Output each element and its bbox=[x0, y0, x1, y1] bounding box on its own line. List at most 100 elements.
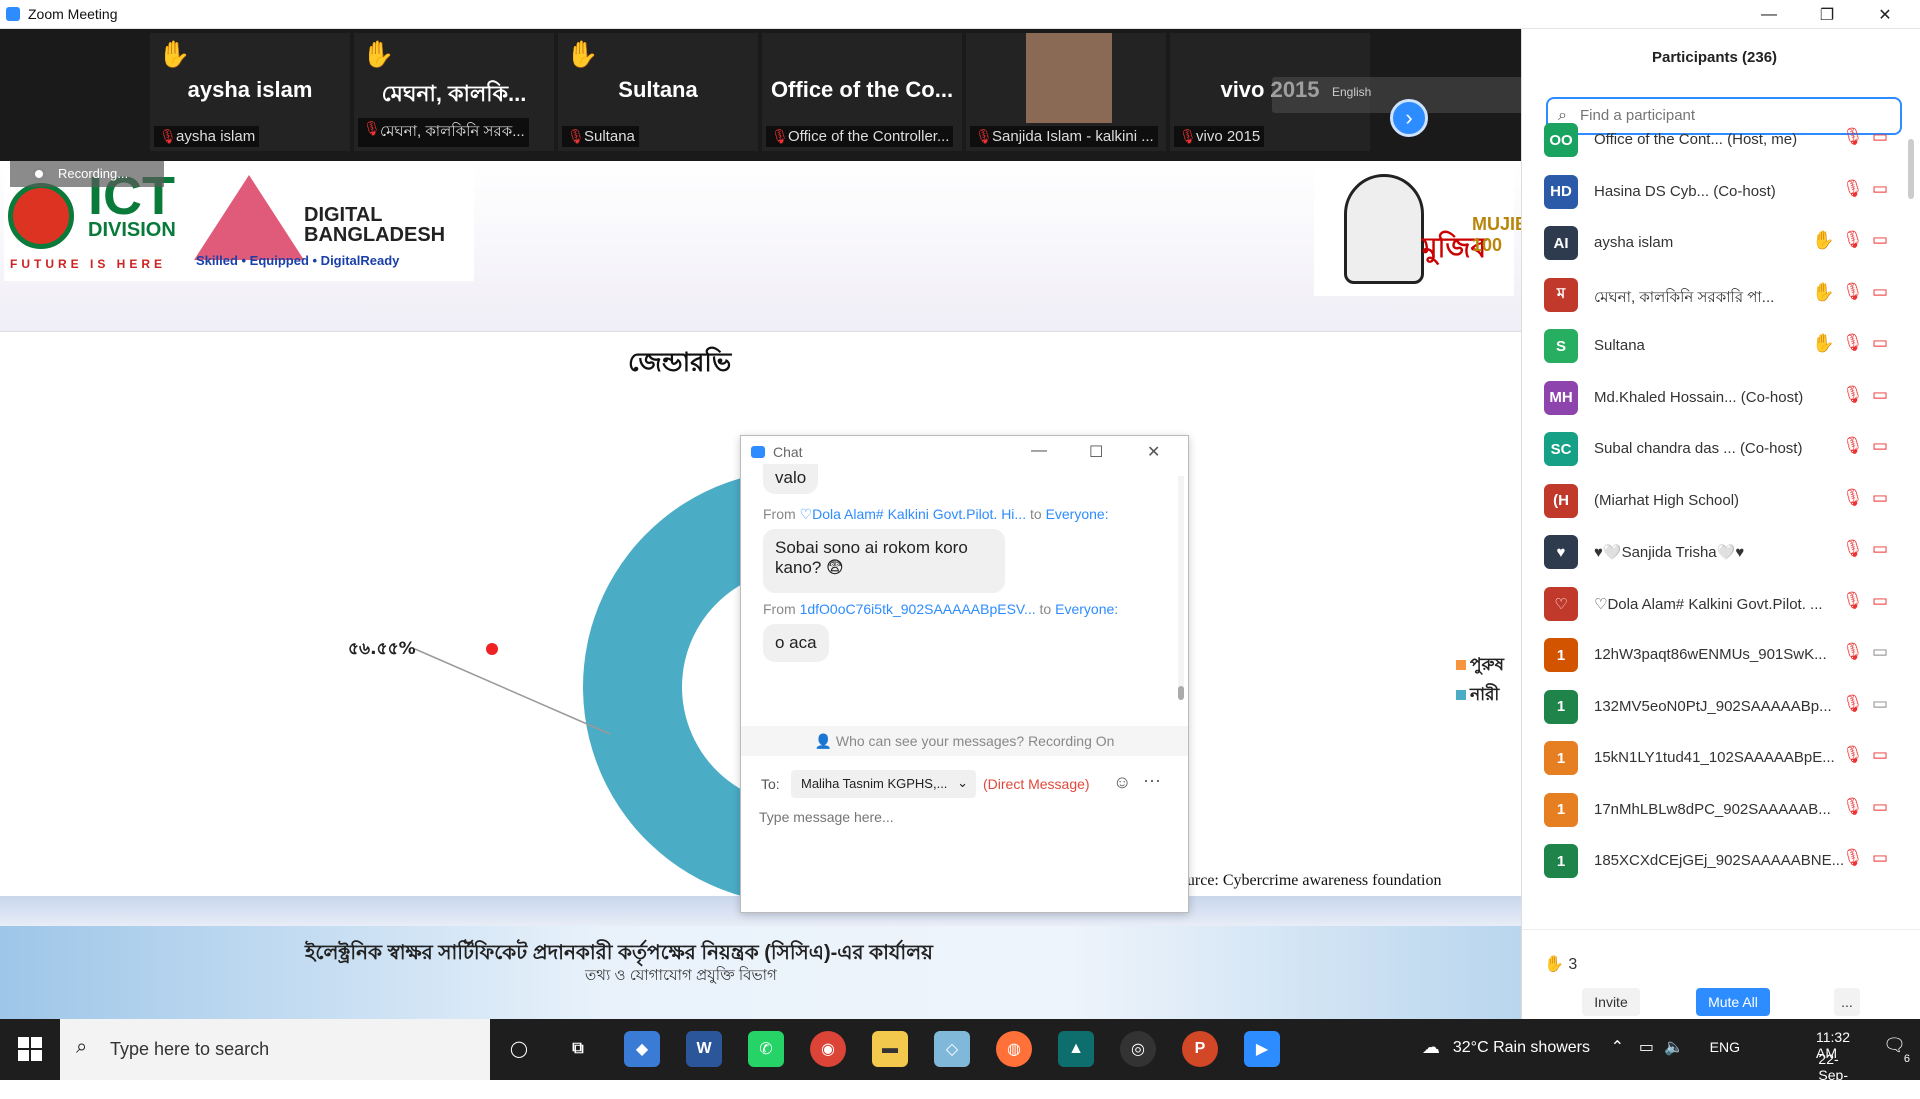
participant-row[interactable]: SC Subal chandra das ... (Co-host) 🎙 ▭ bbox=[1544, 424, 1904, 474]
participant-row[interactable]: MH Md.Khaled Hossain... (Co-host) 🎙 ▭ bbox=[1544, 373, 1904, 423]
video-tile[interactable]: Office of the Co... 🎙 Office of the Contr… bbox=[762, 33, 962, 151]
chat-window[interactable]: Chat — ☐ ✕ valo From ♡Dola Alam# Kalkini… bbox=[740, 435, 1189, 913]
participant-row[interactable]: ♥ ♥🤍Sanjida Trisha🤍♥ 🎙 ▭ bbox=[1544, 527, 1904, 577]
video-off-icon[interactable]: ▭ bbox=[1872, 745, 1888, 765]
video-off-icon[interactable]: ▭ bbox=[1872, 385, 1888, 405]
maximize-icon[interactable]: ☐ bbox=[1089, 442, 1103, 462]
participant-row[interactable]: 1 15kN1LY1tud41_102SAAAAABpE... 🎙 ▭ bbox=[1544, 733, 1904, 783]
participant-row[interactable]: HD Hasina DS Cyb... (Co-host) 🎙 ▭ bbox=[1544, 167, 1904, 217]
video-tile[interactable]: 🎙 Sanjida Islam - kalkini ... bbox=[966, 33, 1166, 151]
app-icon[interactable]: ◇ bbox=[934, 1031, 970, 1067]
muted-mic-icon[interactable]: 🎙 bbox=[1842, 745, 1864, 765]
video-off-icon[interactable]: ▭ bbox=[1872, 797, 1888, 817]
tile-label: 🎙 vivo 2015 bbox=[1174, 126, 1265, 147]
mute-all-button[interactable]: Mute All bbox=[1696, 988, 1770, 1016]
paint-icon[interactable]: ◆ bbox=[624, 1031, 660, 1067]
muted-mic-icon[interactable]: 🎙 bbox=[1842, 230, 1864, 250]
weather-text[interactable]: 32°C Rain showers bbox=[1453, 1039, 1590, 1057]
video-off-icon[interactable]: ▭ bbox=[1872, 179, 1888, 199]
video-off-icon[interactable]: ▭ bbox=[1872, 436, 1888, 456]
participant-row[interactable]: 1 185XCXdCEjGEj_902SAAAAABNE... 🎙 ▭ bbox=[1544, 836, 1904, 886]
participant-row[interactable]: S Sultana ✋ 🎙 ▭ bbox=[1544, 321, 1904, 371]
muted-mic-icon[interactable]: 🎙 bbox=[1842, 642, 1864, 662]
muted-mic-icon[interactable]: 🎙 bbox=[1842, 539, 1864, 559]
video-tile[interactable]: ✋ Sultana 🎙 Sultana bbox=[558, 33, 758, 151]
video-off-icon[interactable]: ▭ bbox=[1872, 230, 1888, 250]
participant-name: 12hW3paqt86wENMUs_901SwK... bbox=[1594, 646, 1827, 663]
network-icon[interactable]: ▭ bbox=[1639, 1037, 1654, 1057]
video-off-icon[interactable]: ▭ bbox=[1872, 591, 1888, 611]
muted-mic-icon[interactable]: 🎙 bbox=[1842, 436, 1864, 456]
notification-icon[interactable]: 🗨 bbox=[1883, 1035, 1906, 1056]
participant-role: (Co-host) bbox=[1713, 182, 1776, 200]
video-tile[interactable]: ✋ মেঘনা, কালকি... 🎙 মেঘনা, কালকিনি সরক... bbox=[354, 33, 554, 151]
tile-label: 🎙 মেঘনা, কালকিনি সরক... bbox=[358, 118, 529, 147]
chat-scrollbar[interactable] bbox=[1178, 476, 1184, 696]
muted-mic-icon[interactable]: 🎙 bbox=[1842, 488, 1864, 508]
participant-row[interactable]: ♡ ♡Dola Alam# Kalkini Govt.Pilot. ... 🎙 ▭ bbox=[1544, 579, 1904, 629]
chat-message-input[interactable] bbox=[759, 809, 1169, 825]
more-button[interactable]: ... bbox=[1834, 988, 1860, 1016]
whatsapp-icon[interactable]: ✆ bbox=[748, 1031, 784, 1067]
file-explorer-icon[interactable]: ▬ bbox=[872, 1031, 908, 1067]
video-off-icon[interactable]: ▭ bbox=[1872, 539, 1888, 559]
participant-row[interactable]: 1 132MV5eoN0PtJ_902SAAAAABp... 🎙 ▭ bbox=[1544, 682, 1904, 732]
app-icon[interactable]: ▲ bbox=[1058, 1031, 1094, 1067]
close-icon[interactable]: ✕ bbox=[1147, 442, 1160, 462]
emoji-icon[interactable]: ☺ bbox=[1113, 772, 1131, 793]
taskbar-search-placeholder[interactable]: Type here to search bbox=[110, 1039, 269, 1060]
video-off-icon[interactable]: ▭ bbox=[1872, 488, 1888, 508]
video-off-icon[interactable]: ▭ bbox=[1872, 333, 1888, 353]
muted-mic-icon[interactable]: 🎙 bbox=[1842, 385, 1864, 405]
chevron-up-icon[interactable]: ⌃ bbox=[1611, 1037, 1624, 1057]
invite-button[interactable]: Invite bbox=[1582, 988, 1640, 1016]
language-label[interactable]: English bbox=[1332, 85, 1371, 99]
windows-start-icon[interactable] bbox=[18, 1037, 42, 1061]
minimize-icon[interactable]: — bbox=[1740, 0, 1798, 29]
firefox-icon[interactable]: ◍ bbox=[996, 1031, 1032, 1067]
participant-row[interactable]: (H (Miarhat High School) 🎙 ▭ bbox=[1544, 476, 1904, 526]
muted-mic-icon[interactable]: 🎙 bbox=[1842, 797, 1864, 817]
participant-row[interactable]: OO Office of the Cont... (Host, me) 🎙 ▭ bbox=[1544, 115, 1904, 165]
video-off-icon[interactable]: ▭ bbox=[1872, 848, 1888, 868]
muted-mic-icon[interactable]: 🎙 bbox=[1842, 848, 1864, 868]
task-view-icon[interactable]: ⧉ bbox=[560, 1031, 596, 1067]
video-icon[interactable]: ▭ bbox=[1872, 694, 1888, 714]
cortana-icon[interactable]: ◯ bbox=[501, 1031, 537, 1067]
video-off-icon[interactable]: ▭ bbox=[1872, 127, 1888, 147]
visibility-note[interactable]: 👤 Who can see your messages? Recording O… bbox=[741, 726, 1188, 756]
participant-row[interactable]: AI aysha islam ✋ 🎙 ▭ bbox=[1544, 218, 1904, 268]
chevron-down-icon: ⌄ bbox=[957, 775, 968, 790]
muted-mic-icon[interactable]: 🎙 bbox=[1842, 694, 1864, 714]
clock-date[interactable]: 22-Sep-21 bbox=[1818, 1051, 1848, 1099]
taskbar-search-box[interactable]: ⌕ Type here to search bbox=[60, 1019, 490, 1080]
next-page-arrow-icon[interactable]: › bbox=[1390, 99, 1428, 137]
obs-icon[interactable]: ◎ bbox=[1120, 1031, 1156, 1067]
volume-icon[interactable]: 🔈 bbox=[1664, 1037, 1684, 1057]
video-tile[interactable]: ✋ aysha islam 🎙 aysha islam bbox=[150, 33, 350, 151]
participant-name: aysha islam bbox=[1594, 234, 1674, 251]
participant-row[interactable]: ম মেঘনা, কালকিনি সরকারি পা... ✋ 🎙 ▭ bbox=[1544, 270, 1904, 320]
language-indicator[interactable]: ENG bbox=[1710, 1039, 1740, 1055]
recipient-dropdown[interactable]: Maliha Tasnim KGPHS,... ⌄ bbox=[791, 770, 976, 798]
word-icon[interactable]: W bbox=[686, 1031, 722, 1067]
chat-scroll-thumb[interactable] bbox=[1178, 686, 1184, 700]
raised-hands-count[interactable]: ✋ 3 bbox=[1544, 954, 1577, 974]
powerpoint-icon[interactable]: P bbox=[1182, 1031, 1218, 1067]
participant-row[interactable]: 1 17nMhLBLw8dPC_902SAAAAAB... 🎙 ▭ bbox=[1544, 785, 1904, 835]
video-off-icon[interactable]: ▭ bbox=[1872, 282, 1888, 302]
minimize-icon[interactable]: — bbox=[1031, 442, 1047, 460]
muted-mic-icon[interactable]: 🎙 bbox=[1842, 179, 1864, 199]
restore-icon[interactable]: ❐ bbox=[1798, 0, 1856, 29]
video-icon[interactable]: ▭ bbox=[1872, 642, 1888, 662]
chrome-icon[interactable]: ◉ bbox=[810, 1031, 846, 1067]
muted-mic-icon[interactable]: 🎙 bbox=[1842, 127, 1864, 147]
muted-mic-icon[interactable]: 🎙 bbox=[1842, 591, 1864, 611]
muted-mic-icon[interactable]: 🎙 bbox=[1842, 333, 1864, 353]
participant-row[interactable]: 1 12hW3paqt86wENMUs_901SwK... 🎙 ▭ bbox=[1544, 630, 1904, 680]
participant-scrollbar[interactable] bbox=[1908, 139, 1914, 199]
muted-mic-icon[interactable]: 🎙 bbox=[1842, 282, 1864, 302]
close-icon[interactable]: ✕ bbox=[1856, 0, 1914, 29]
zoom-icon[interactable]: ▶ bbox=[1244, 1031, 1280, 1067]
more-options-icon[interactable]: ··· bbox=[1143, 770, 1161, 791]
